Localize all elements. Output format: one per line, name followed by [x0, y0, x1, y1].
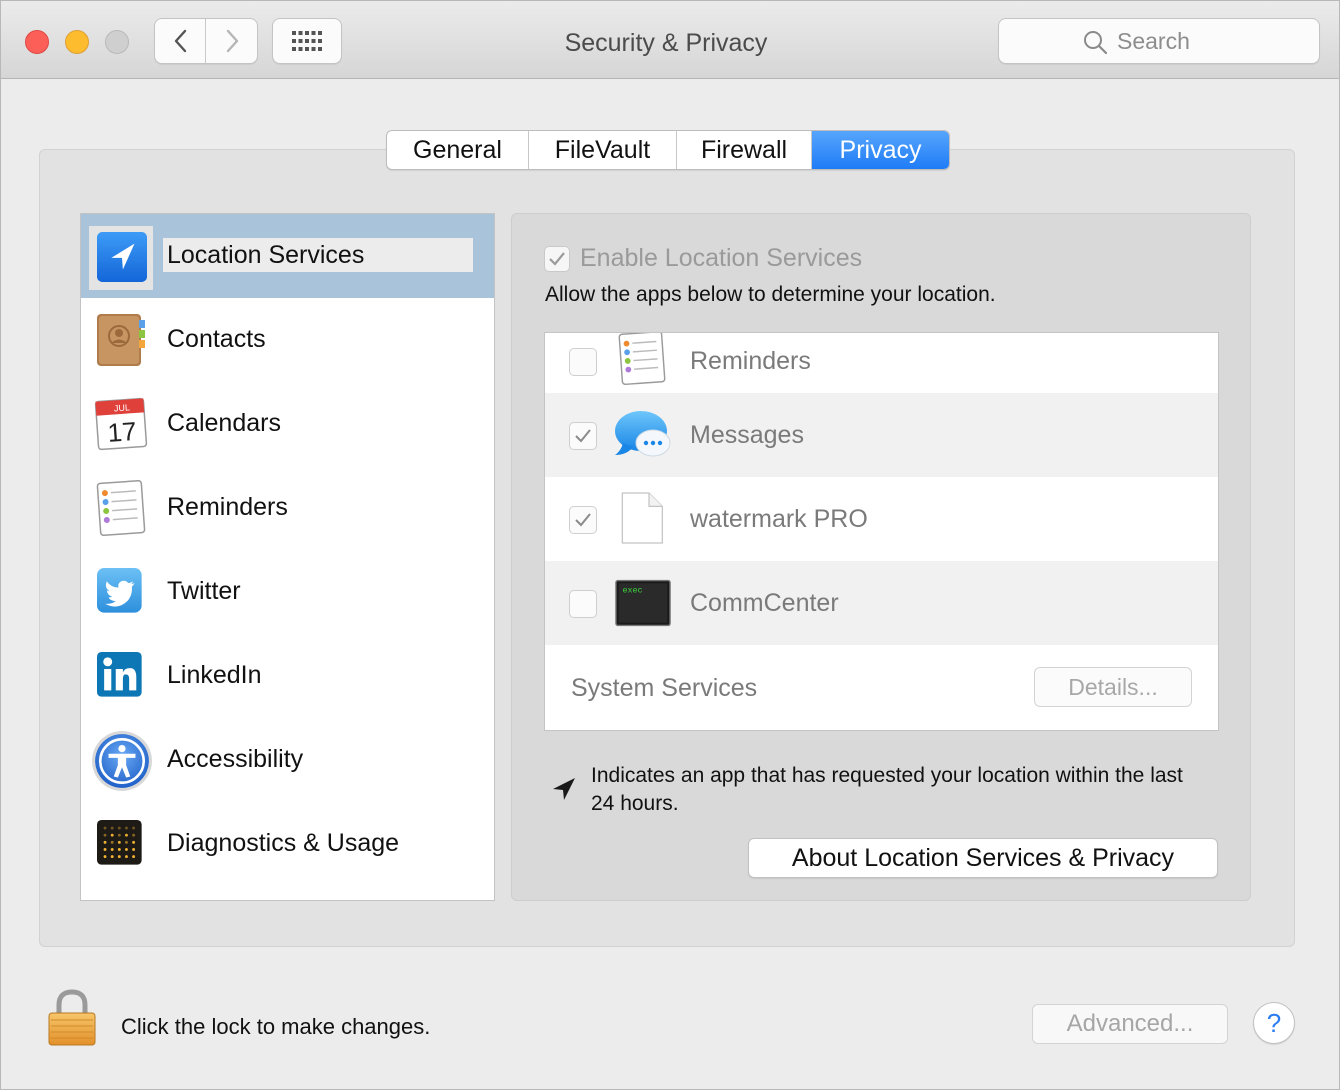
nav-button-group	[154, 18, 258, 64]
exec-text: exec	[622, 586, 642, 596]
enable-location-services-checkbox[interactable]: Enable Location Services	[544, 244, 862, 273]
lock-icon[interactable]	[45, 987, 99, 1049]
forward-button[interactable]	[207, 19, 258, 63]
checkmark-icon	[549, 251, 565, 266]
tab-general[interactable]: General	[387, 131, 529, 169]
tab-privacy[interactable]: Privacy	[812, 131, 949, 169]
messages-bubble-icon	[615, 411, 671, 457]
title-bar: Security & Privacy	[1, 1, 1339, 79]
sidebar-item-reminders[interactable]: Reminders	[81, 466, 494, 550]
minimize-button[interactable]	[65, 30, 89, 54]
accessibility-person-icon	[92, 731, 152, 791]
sidebar-item-linkedin[interactable]: LinkedIn	[81, 634, 494, 718]
close-button[interactable]	[25, 30, 49, 54]
preferences-window: Security & Privacy General FileVault Fir…	[0, 0, 1340, 1090]
details-button[interactable]: Details...	[1034, 667, 1192, 707]
sidebar-item-label: LinkedIn	[167, 661, 262, 689]
window-title: Security & Privacy	[564, 29, 768, 57]
sidebar-item-label: Twitter	[167, 577, 241, 605]
sidebar-item-label: Contacts	[167, 325, 266, 353]
lock-hint-text: Click the lock to make changes.	[121, 1014, 431, 1039]
app-label: Messages	[690, 421, 804, 449]
sidebar-item-label: Reminders	[167, 493, 288, 521]
sidebar-item-label: Accessibility	[167, 745, 304, 773]
reminders-list-icon	[96, 480, 146, 536]
search-field[interactable]	[998, 18, 1320, 64]
terminal-exec-icon: exec	[615, 579, 671, 627]
tab-filevault[interactable]: FileVault	[529, 131, 677, 169]
linkedin-icon	[97, 652, 142, 697]
enable-location-services-label: Enable Location Services	[580, 244, 863, 272]
sidebar-item-calendars[interactable]: JUL 17 Calendars	[81, 382, 494, 466]
sidebar-item-label: Location Services	[163, 238, 473, 272]
app-list[interactable]: Reminders Messages watermark PRO exec Co…	[544, 332, 1219, 731]
list-item[interactable]: watermark PRO	[545, 477, 1218, 561]
tab-bar: General FileVault Firewall Privacy	[386, 130, 950, 170]
app-label: watermark PRO	[690, 505, 868, 533]
twitter-bird-icon	[97, 568, 142, 613]
contacts-book-icon	[97, 314, 145, 366]
location-arrow-icon	[97, 232, 147, 282]
checkmark-icon	[575, 429, 591, 443]
help-button[interactable]: ?	[1253, 1002, 1295, 1044]
list-item[interactable]: exec CommCenter	[545, 561, 1218, 645]
search-input[interactable]	[1117, 27, 1307, 55]
system-services-label: System Services	[571, 674, 758, 702]
calendar-month-text: JUL	[114, 402, 131, 413]
sidebar-item-accessibility[interactable]: Accessibility	[81, 718, 494, 802]
app-checkbox[interactable]	[569, 506, 597, 534]
app-label: Reminders	[690, 347, 811, 375]
calendar-day-text: 17	[107, 416, 138, 448]
sidebar-item-label: Calendars	[167, 409, 281, 437]
list-item[interactable]: Messages	[545, 393, 1218, 477]
location-arrow-indicator-icon	[553, 778, 575, 800]
location-description: Allow the apps below to determine your l…	[545, 283, 996, 306]
sidebar-item-twitter[interactable]: Twitter	[81, 550, 494, 634]
checkmark-icon	[575, 513, 591, 527]
app-checkbox[interactable]	[569, 348, 597, 376]
privacy-category-list: Location Services Contacts JUL 17 Calend…	[80, 213, 495, 901]
sidebar-item-label: Diagnostics & Usage	[167, 829, 400, 857]
grid-icon	[292, 31, 322, 51]
blank-document-icon	[621, 492, 663, 544]
sidebar-item-location-services[interactable]: Location Services	[81, 214, 494, 298]
show-all-button[interactable]	[272, 18, 342, 64]
calendar-icon: JUL 17	[94, 397, 148, 451]
app-checkbox[interactable]	[569, 590, 597, 618]
app-label: CommCenter	[690, 589, 839, 617]
diagnostics-dots-icon	[97, 820, 142, 865]
reminders-list-icon	[618, 333, 666, 385]
app-checkbox[interactable]	[569, 422, 597, 450]
advanced-button[interactable]: Advanced...	[1032, 1004, 1228, 1044]
chevron-left-icon	[174, 29, 187, 53]
tab-firewall[interactable]: Firewall	[677, 131, 812, 169]
checkbox[interactable]	[544, 245, 570, 272]
back-button[interactable]	[155, 19, 206, 63]
location-legend-text: Indicates an app that has requested your…	[591, 764, 1183, 815]
sidebar-item-diagnostics-usage[interactable]: Diagnostics & Usage	[81, 802, 494, 886]
sidebar-item-contacts[interactable]: Contacts	[81, 298, 494, 382]
about-location-services-button[interactable]: About Location Services & Privacy	[748, 838, 1218, 878]
chevron-right-icon	[226, 29, 238, 53]
zoom-button[interactable]	[105, 30, 129, 54]
search-icon	[1084, 31, 1107, 54]
